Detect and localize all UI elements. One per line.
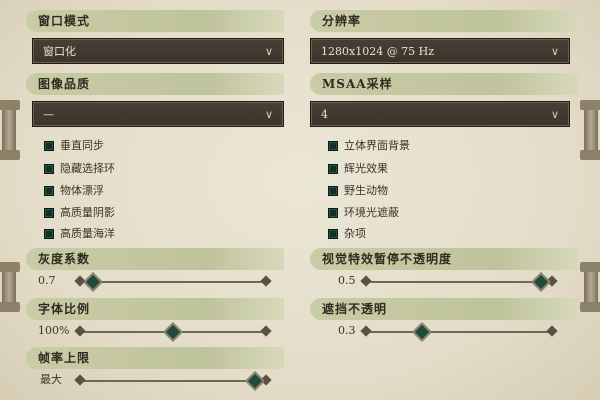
msaa-dropdown[interactable]: 4 ∨: [310, 101, 570, 127]
checkbox-box[interactable]: [44, 141, 54, 151]
checkbox-box[interactable]: [44, 208, 54, 218]
graphics-settings-panel: 窗口模式 窗口化 ∨ 分辨率 1280x1024 @ 75 Hz ∨ 图像品质 …: [0, 0, 600, 400]
chevron-down-icon: ∨: [264, 108, 273, 121]
checkbox-box[interactable]: [328, 186, 338, 196]
resolution-header: 分辨率: [310, 10, 578, 32]
occluder-opacity-value: 0.3: [338, 324, 356, 337]
chevron-down-icon: ∨: [550, 108, 559, 121]
image-quality-value: —: [43, 108, 54, 121]
slider-thumb-icon[interactable]: [411, 322, 432, 342]
slider-thumb-icon[interactable]: [163, 322, 183, 342]
checkbox-label: 辉光效果: [344, 162, 388, 175]
checkbox-label: 杂项: [344, 227, 366, 240]
vfx-pause-opacity-value: 0.5: [338, 274, 356, 287]
gamma-value: 0.7: [38, 274, 56, 287]
checkbox-label: 垂直同步: [60, 139, 104, 152]
display-mode-value: 窗口化: [43, 45, 76, 58]
font-scale-header: 字体比例: [26, 298, 284, 320]
gamma-label: 灰度系数: [38, 252, 91, 266]
checkbox-label: 立体界面背景: [344, 139, 410, 152]
slider-end-cap: [360, 275, 372, 287]
slider-thumb-icon[interactable]: [530, 272, 551, 292]
right-ornament-lower: [580, 262, 600, 312]
checkbox-label: 野生动物: [344, 184, 388, 197]
frame-cap-value: 最大: [40, 373, 62, 386]
chevron-down-icon: ∨: [550, 45, 559, 58]
vfx-pause-opacity-label: 视觉特效暂停不透明度: [322, 252, 453, 266]
image-quality-dropdown[interactable]: — ∨: [32, 101, 284, 127]
slider-end-cap: [546, 325, 558, 337]
right-ornament: [580, 100, 600, 160]
slider-end-cap: [260, 275, 272, 287]
checkbox-label: 隐藏选择环: [60, 162, 115, 175]
slider-end-cap: [260, 325, 272, 337]
frame-cap-label: 帧率上限: [38, 351, 91, 365]
slider-thumb-icon[interactable]: [244, 371, 265, 391]
checkbox-box[interactable]: [328, 208, 338, 218]
gamma-header: 灰度系数: [26, 248, 284, 270]
occluder-opacity-slider[interactable]: [360, 322, 558, 342]
msaa-value: 4: [321, 108, 328, 121]
checkbox-box[interactable]: [44, 186, 54, 196]
resolution-value: 1280x1024 @ 75 Hz: [321, 45, 435, 58]
vfx-pause-opacity-slider[interactable]: [360, 272, 558, 292]
checkbox-box[interactable]: [44, 164, 54, 174]
vfx-pause-opacity-header: 视觉特效暂停不透明度: [310, 248, 578, 270]
checkbox-box[interactable]: [328, 164, 338, 174]
display-mode-dropdown[interactable]: 窗口化 ∨: [32, 38, 284, 64]
image-quality-label: 图像品质: [38, 77, 91, 91]
frame-cap-slider[interactable]: [74, 371, 272, 391]
checkbox-box[interactable]: [328, 229, 338, 239]
left-ornament-lower: [0, 262, 20, 312]
checkbox-label: 高质量海洋: [60, 227, 115, 240]
occluder-opacity-label: 遮挡不透明: [322, 302, 388, 316]
display-mode-header: 窗口模式: [26, 10, 284, 32]
resolution-label: 分辨率: [322, 14, 362, 28]
checkbox-box[interactable]: [328, 141, 338, 151]
msaa-label: MSAA采样: [322, 77, 393, 91]
checkbox-label: 物体漂浮: [60, 184, 104, 197]
font-scale-slider[interactable]: [74, 322, 272, 342]
resolution-dropdown[interactable]: 1280x1024 @ 75 Hz ∨: [310, 38, 570, 64]
frame-cap-header: 帧率上限: [26, 347, 284, 369]
display-mode-label: 窗口模式: [38, 14, 91, 28]
checkbox-box[interactable]: [44, 229, 54, 239]
msaa-header: MSAA采样: [310, 73, 578, 95]
checkbox-label: 高质量阴影: [60, 206, 115, 219]
slider-end-cap: [74, 325, 86, 337]
checkbox-label: 环境光遮蔽: [344, 206, 399, 219]
slider-end-cap: [360, 325, 372, 337]
font-scale-value: 100%: [38, 324, 70, 337]
slider-thumb-icon[interactable]: [83, 272, 103, 292]
font-scale-label: 字体比例: [38, 302, 91, 316]
slider-end-cap: [74, 374, 86, 386]
left-ornament: [0, 100, 20, 160]
occluder-opacity-header: 遮挡不透明: [310, 298, 578, 320]
image-quality-header: 图像品质: [26, 73, 284, 95]
chevron-down-icon: ∨: [264, 45, 273, 58]
gamma-slider[interactable]: [74, 272, 272, 292]
